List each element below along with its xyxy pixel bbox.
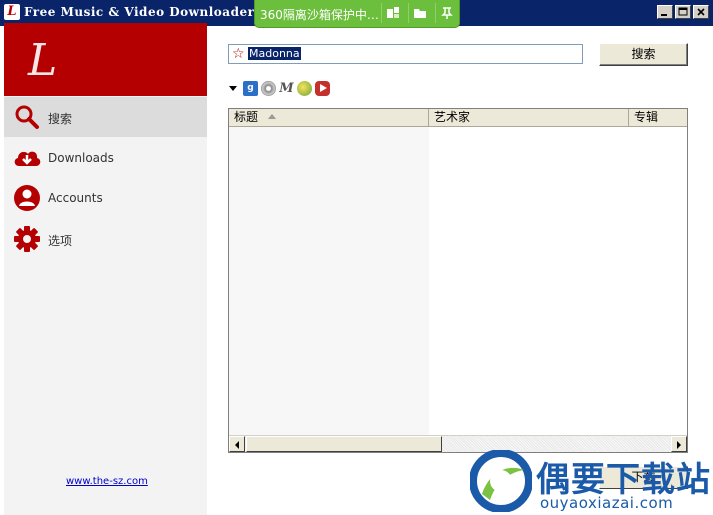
- favorite-star-icon[interactable]: ☆: [232, 46, 245, 62]
- column-header-label: 艺术家: [434, 110, 471, 124]
- folder-icon: [414, 9, 426, 18]
- pin-button[interactable]: [435, 3, 458, 23]
- column-header-album[interactable]: 专辑: [629, 109, 687, 126]
- sidebar-item-label: 选项: [48, 234, 73, 248]
- sandbox-icon: [387, 7, 399, 18]
- website-link[interactable]: www.the-sz.com: [66, 476, 148, 487]
- globe-icon[interactable]: [297, 80, 312, 96]
- maximize-button[interactable]: [675, 5, 691, 19]
- minimize-button[interactable]: [657, 5, 673, 19]
- close-icon: [697, 8, 705, 16]
- sandbox-status-text: 360隔离沙箱保护中…: [260, 8, 379, 22]
- table-header: 标题 艺术家 专辑: [229, 109, 687, 127]
- sidebar-item-options[interactable]: 选项: [4, 219, 207, 259]
- play-icon: [319, 84, 327, 92]
- arrow-left-icon: [235, 441, 239, 449]
- site-watermark: 偶要下载站 ouyaoxiazai.com: [470, 448, 713, 515]
- search-input[interactable]: ☆ Madonna: [228, 44, 583, 64]
- column-header-label: 标题: [234, 110, 259, 124]
- dropdown-arrow-icon[interactable]: [229, 85, 237, 91]
- scrollbar-thumb[interactable]: [246, 436, 442, 452]
- window-controls: [657, 5, 709, 19]
- m-logo-icon[interactable]: M: [279, 81, 294, 96]
- results-table[interactable]: 标题 艺术家 专辑: [228, 108, 688, 453]
- sort-ascending-icon: [268, 114, 277, 119]
- sidebar-item-label: 搜索: [48, 112, 73, 126]
- source-selector: g M: [229, 80, 330, 96]
- app-logo: L: [4, 23, 207, 96]
- cloud-download-icon: [14, 151, 41, 166]
- cloud-g-icon[interactable]: g: [243, 80, 258, 96]
- sandbox-notification-bar: 360隔离沙箱保护中…: [254, 0, 460, 28]
- sidebar: L 搜索 Downloads Accounts 选项 www.the-sz.co…: [4, 23, 207, 515]
- minimize-icon: [661, 14, 667, 16]
- gear-icon: [14, 226, 40, 252]
- watermark-logo-icon: [470, 450, 532, 512]
- disc-icon[interactable]: [261, 80, 276, 96]
- youtube-icon[interactable]: [315, 80, 330, 96]
- pin-icon: [441, 7, 453, 19]
- user-icon: [14, 185, 40, 211]
- title-column-background: [229, 127, 429, 436]
- scroll-left-button[interactable]: [229, 436, 245, 452]
- window-title: Free Music & Video Downloader [1.: [24, 5, 279, 19]
- maximize-icon: [678, 7, 688, 16]
- column-header-artist[interactable]: 艺术家: [429, 109, 629, 126]
- sidebar-item-downloads[interactable]: Downloads: [4, 138, 207, 178]
- column-header-label: 专辑: [634, 110, 659, 124]
- search-query-text: Madonna: [248, 47, 301, 60]
- logo-glyph: L: [28, 35, 58, 86]
- sidebar-item-label: Accounts: [48, 191, 103, 205]
- column-header-title[interactable]: 标题: [229, 109, 429, 126]
- search-button[interactable]: 搜索: [599, 43, 688, 66]
- app-icon: L: [4, 4, 20, 20]
- sidebar-item-search[interactable]: 搜索: [4, 97, 207, 137]
- sandbox-icon-button[interactable]: [381, 3, 404, 23]
- sidebar-item-label: Downloads: [48, 151, 114, 165]
- search-icon: [15, 105, 39, 129]
- open-folder-button[interactable]: [408, 3, 431, 23]
- watermark-domain-text: ouyaoxiazai.com: [540, 494, 674, 512]
- sidebar-item-accounts[interactable]: Accounts: [4, 178, 207, 218]
- close-button[interactable]: [693, 5, 709, 19]
